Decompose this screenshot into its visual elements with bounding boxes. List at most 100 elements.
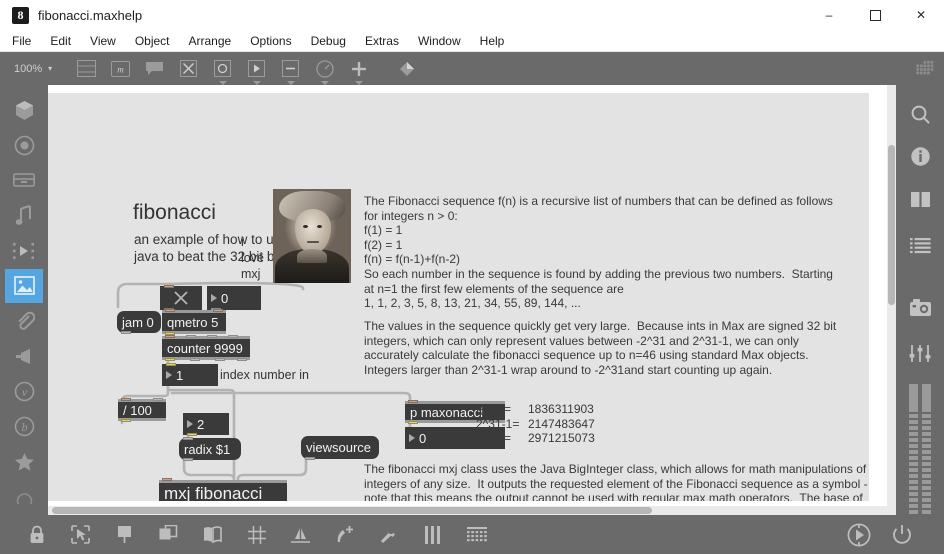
max-app-icon: 8 <box>12 6 29 24</box>
statusbar-right-group <box>844 515 930 554</box>
close-button[interactable]: ✕ <box>898 0 944 30</box>
sidebar-item-folder[interactable] <box>5 163 43 197</box>
window-controls: – ✕ <box>806 0 944 30</box>
window-titlebar: 8 fibonacci.maxhelp – ✕ <box>0 0 944 30</box>
parameters-panel-icon[interactable] <box>901 336 939 372</box>
snapshot-panel-icon[interactable] <box>901 290 939 326</box>
menu-debug[interactable]: Debug <box>311 34 346 48</box>
add-annotation-icon[interactable] <box>330 520 359 549</box>
menu-help[interactable]: Help <box>480 34 505 48</box>
message-radix[interactable]: radix $1 <box>179 437 241 461</box>
menu-edit[interactable]: Edit <box>50 34 71 48</box>
object-counter-label: counter 9999 <box>167 340 243 356</box>
love-line-2: love <box>241 251 264 265</box>
inspector-icon[interactable] <box>74 56 99 81</box>
horizontal-scrollbar[interactable] <box>48 506 896 515</box>
sidebar-item-favorites[interactable] <box>5 445 43 479</box>
message-jam[interactable]: jam 0 <box>117 311 161 334</box>
value-label: 2^31-1= <box>476 416 520 431</box>
patch-surface[interactable]: fibonacci an example of how to use java … <box>48 93 869 501</box>
zoom-control[interactable]: 100% ▾ <box>14 63 52 75</box>
info-panel-icon[interactable] <box>901 139 939 175</box>
sidebar-item-sequence[interactable] <box>5 234 43 268</box>
message-viewsource-label: viewsource <box>306 440 372 455</box>
add-object-icon[interactable] <box>346 56 371 85</box>
menu-view[interactable]: View <box>90 34 116 48</box>
columns-panel-icon[interactable] <box>901 182 939 218</box>
message-jam-label: jam 0 <box>122 314 154 330</box>
fibonacci-portrait <box>273 189 351 283</box>
number-box-radix[interactable]: 2 <box>183 413 229 436</box>
sidebar-item-audio[interactable] <box>5 199 43 233</box>
object-divide-100[interactable]: / 100 <box>118 398 166 422</box>
page-title: fibonacci <box>133 201 216 224</box>
svg-text:b: b <box>21 420 27 434</box>
grid-snap-icon[interactable] <box>242 520 271 549</box>
lock-icon[interactable] <box>22 520 51 549</box>
slider-icon[interactable] <box>278 56 303 85</box>
toolbar-right-group <box>911 52 944 85</box>
audio-on-icon[interactable] <box>844 520 873 549</box>
object-mxj-fibonacci-label: mxj fibonacci <box>164 484 263 501</box>
object-divide-100-label: / 100 <box>123 402 152 418</box>
value-label: f(47) = <box>476 431 512 446</box>
align-icon[interactable] <box>286 520 315 549</box>
message-radix-label: radix $1 <box>184 441 231 457</box>
patcher-canvas[interactable]: fibonacci an example of how to use java … <box>48 85 896 515</box>
value-table: f(46) = 1836311903 2^31-1= 2147483647 f(… <box>476 402 595 446</box>
maximize-button[interactable] <box>852 0 898 30</box>
menu-options[interactable]: Options <box>250 34 291 48</box>
object-counter[interactable]: counter 9999 <box>162 335 250 361</box>
mixer-icon[interactable] <box>418 520 447 549</box>
list-panel-icon[interactable] <box>901 228 939 264</box>
message-icon[interactable] <box>244 56 269 85</box>
vertical-scrollbar-thumb[interactable] <box>888 145 895 305</box>
message-viewsource[interactable]: viewsource <box>301 436 379 460</box>
comment-icon[interactable] <box>142 56 167 81</box>
paint-bucket-icon[interactable] <box>394 56 419 81</box>
gauge-icon[interactable] <box>312 56 337 85</box>
patcher-statusbar <box>0 515 944 554</box>
meter-left <box>909 384 918 514</box>
sidebar-item-image[interactable] <box>5 268 43 304</box>
edit-select-icon[interactable] <box>66 520 95 549</box>
grid-pattern-icon[interactable] <box>911 56 936 81</box>
number-box-index-in[interactable]: 1 <box>162 363 218 386</box>
no-object-icon[interactable] <box>176 56 201 81</box>
max-object-icon[interactable]: m <box>108 56 133 81</box>
sidebar-item-vizzie[interactable]: v <box>5 374 43 408</box>
statusbar-left-group <box>22 520 506 549</box>
search-panel-icon[interactable] <box>901 97 939 133</box>
value-label: f(46) = <box>476 402 512 416</box>
copy-icon[interactable] <box>154 520 183 549</box>
object-mxj-fibonacci[interactable]: mxj fibonacci <box>159 478 287 501</box>
object-qmetro[interactable]: qmetro 5 <box>162 309 226 335</box>
menu-extras[interactable]: Extras <box>365 34 399 48</box>
keyboard-icon[interactable] <box>462 520 491 549</box>
menu-arrange[interactable]: Arrange <box>189 34 232 48</box>
table-row: f(47) = 2971215073 <box>476 431 595 446</box>
sidebar-item-plug[interactable] <box>5 339 43 373</box>
sidebar-item-bach[interactable]: b <box>5 410 43 444</box>
number-box-metro-interval[interactable]: 0 <box>207 286 261 311</box>
bang-object[interactable] <box>160 285 202 311</box>
page-view-icon[interactable] <box>198 520 227 549</box>
dsp-power-icon[interactable] <box>887 520 916 549</box>
horizontal-scrollbar-thumb[interactable] <box>52 507 652 514</box>
menu-file[interactable]: File <box>12 34 31 48</box>
presentation-icon[interactable] <box>110 520 139 549</box>
sidebar-item-package[interactable] <box>5 93 43 127</box>
minimize-button[interactable]: – <box>806 0 852 30</box>
sidebar-item-snapshot[interactable] <box>5 128 43 162</box>
window-title: fibonacci.maxhelp <box>38 7 143 23</box>
table-row: f(46) = 1836311903 <box>476 402 595 417</box>
sidebar-item-more[interactable] <box>5 480 43 514</box>
tools-icon[interactable] <box>374 520 403 549</box>
ui-object-icon[interactable] <box>210 56 235 85</box>
sidebar-item-attachments[interactable] <box>5 304 43 338</box>
vertical-scrollbar[interactable] <box>887 85 896 515</box>
menu-object[interactable]: Object <box>135 34 170 48</box>
levels-meter-icon[interactable] <box>901 384 939 514</box>
number-box-metro-interval-value: 0 <box>221 290 229 306</box>
menu-window[interactable]: Window <box>418 34 461 48</box>
